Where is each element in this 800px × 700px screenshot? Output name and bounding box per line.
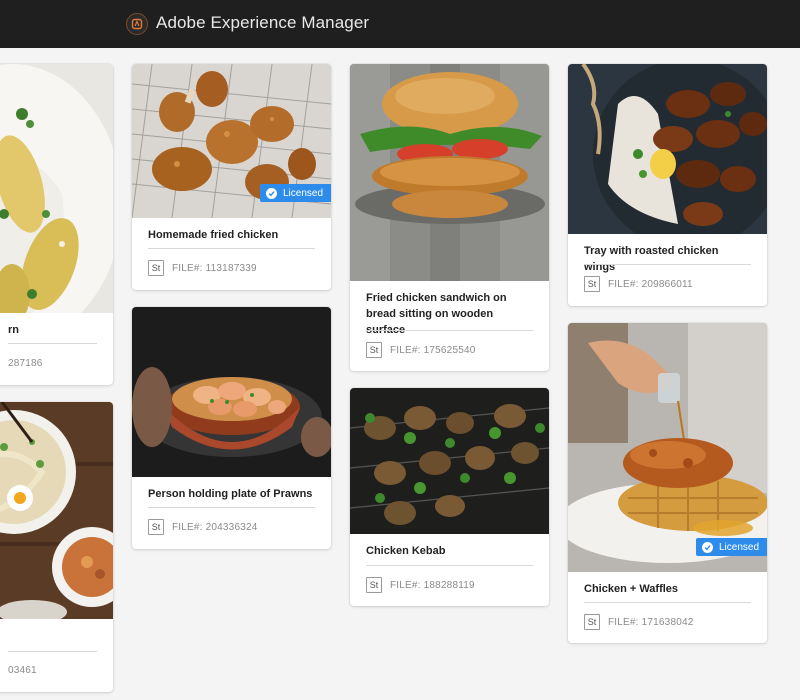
asset-card-prawns[interactable]: Person holding plate of Prawns St FILE#:… (132, 307, 331, 549)
adobe-stock-icon: St (366, 577, 382, 593)
file-number: FILE#: 175625540 (390, 344, 476, 356)
file-number: FILE#: 171638042 (608, 616, 694, 628)
asset-thumbnail (350, 388, 549, 534)
asset-title: Chicken Kebab (366, 545, 446, 557)
licensed-badge: Licensed (696, 538, 767, 556)
asset-title: Homemade fried chicken (148, 229, 279, 241)
asset-card-chicken-waffles[interactable]: Licensed Chicken + Waffles St FILE#: 171… (568, 323, 767, 643)
licensed-label: Licensed (719, 541, 760, 553)
asset-thumbnail (0, 402, 113, 619)
licensed-label: Licensed (283, 187, 324, 199)
card-divider (366, 565, 533, 566)
asset-meta: 287186 (8, 354, 97, 372)
file-number: FILE#: 113187339 (172, 262, 257, 274)
asset-card-noodles[interactable]: 03461 (0, 402, 113, 692)
card-divider (8, 343, 97, 344)
file-number: FILE#: 209866011 (608, 278, 693, 290)
asset-thumbnail (350, 64, 549, 281)
asset-thumbnail (132, 307, 331, 477)
asset-thumbnail (568, 323, 767, 572)
asset-meta: St FILE#: 188288119 (366, 576, 533, 594)
asset-title: Chicken + Waffles (584, 583, 679, 595)
checkmark-icon (702, 541, 713, 553)
asset-card-fried-chicken[interactable]: Licensed Homemade fried chicken St FILE#… (132, 64, 331, 290)
adobe-stock-icon: St (366, 342, 382, 358)
card-divider (584, 264, 751, 265)
asset-card-corn[interactable]: rn 287186 (0, 64, 113, 385)
checkmark-icon (266, 187, 277, 199)
adobe-stock-icon: St (148, 519, 164, 535)
asset-thumbnail (0, 64, 113, 313)
card-divider (8, 651, 97, 652)
file-number: FILE#: 204336324 (172, 521, 258, 533)
card-divider (148, 248, 315, 249)
asset-title: Person holding plate of Prawns (148, 488, 313, 500)
asset-card-chicken-sandwich[interactable]: Fried chicken sandwich on bread sitting … (350, 64, 549, 371)
file-number: 287186 (8, 357, 43, 369)
asset-meta: St FILE#: 113187339 (148, 259, 315, 277)
asset-thumbnail (568, 64, 767, 234)
asset-title: rn (8, 324, 19, 336)
asset-meta: St FILE#: 209866011 (584, 275, 751, 293)
card-divider (366, 330, 533, 331)
adobe-stock-icon: St (584, 276, 600, 292)
asset-meta: St FILE#: 175625540 (366, 341, 533, 359)
licensed-badge: Licensed (260, 184, 331, 202)
adobe-stock-icon: St (584, 614, 600, 630)
file-number: 03461 (8, 664, 37, 676)
asset-meta: 03461 (8, 661, 97, 679)
card-divider (584, 602, 751, 603)
asset-card-chicken-kebab[interactable]: Chicken Kebab St FILE#: 188288119 (350, 388, 549, 606)
asset-title: Tray with roasted chicken wings (584, 245, 719, 273)
card-divider (148, 507, 315, 508)
asset-card-chicken-wings[interactable]: Tray with roasted chicken wings St FILE#… (568, 64, 767, 306)
asset-meta: St FILE#: 204336324 (148, 518, 315, 536)
aem-logo-icon[interactable] (126, 13, 148, 35)
asset-meta: St FILE#: 171638042 (584, 613, 751, 631)
file-number: FILE#: 188288119 (390, 579, 475, 591)
adobe-stock-icon: St (148, 260, 164, 276)
app-title: Adobe Experience Manager (156, 13, 370, 32)
top-bar: Adobe Experience Manager (0, 0, 800, 48)
